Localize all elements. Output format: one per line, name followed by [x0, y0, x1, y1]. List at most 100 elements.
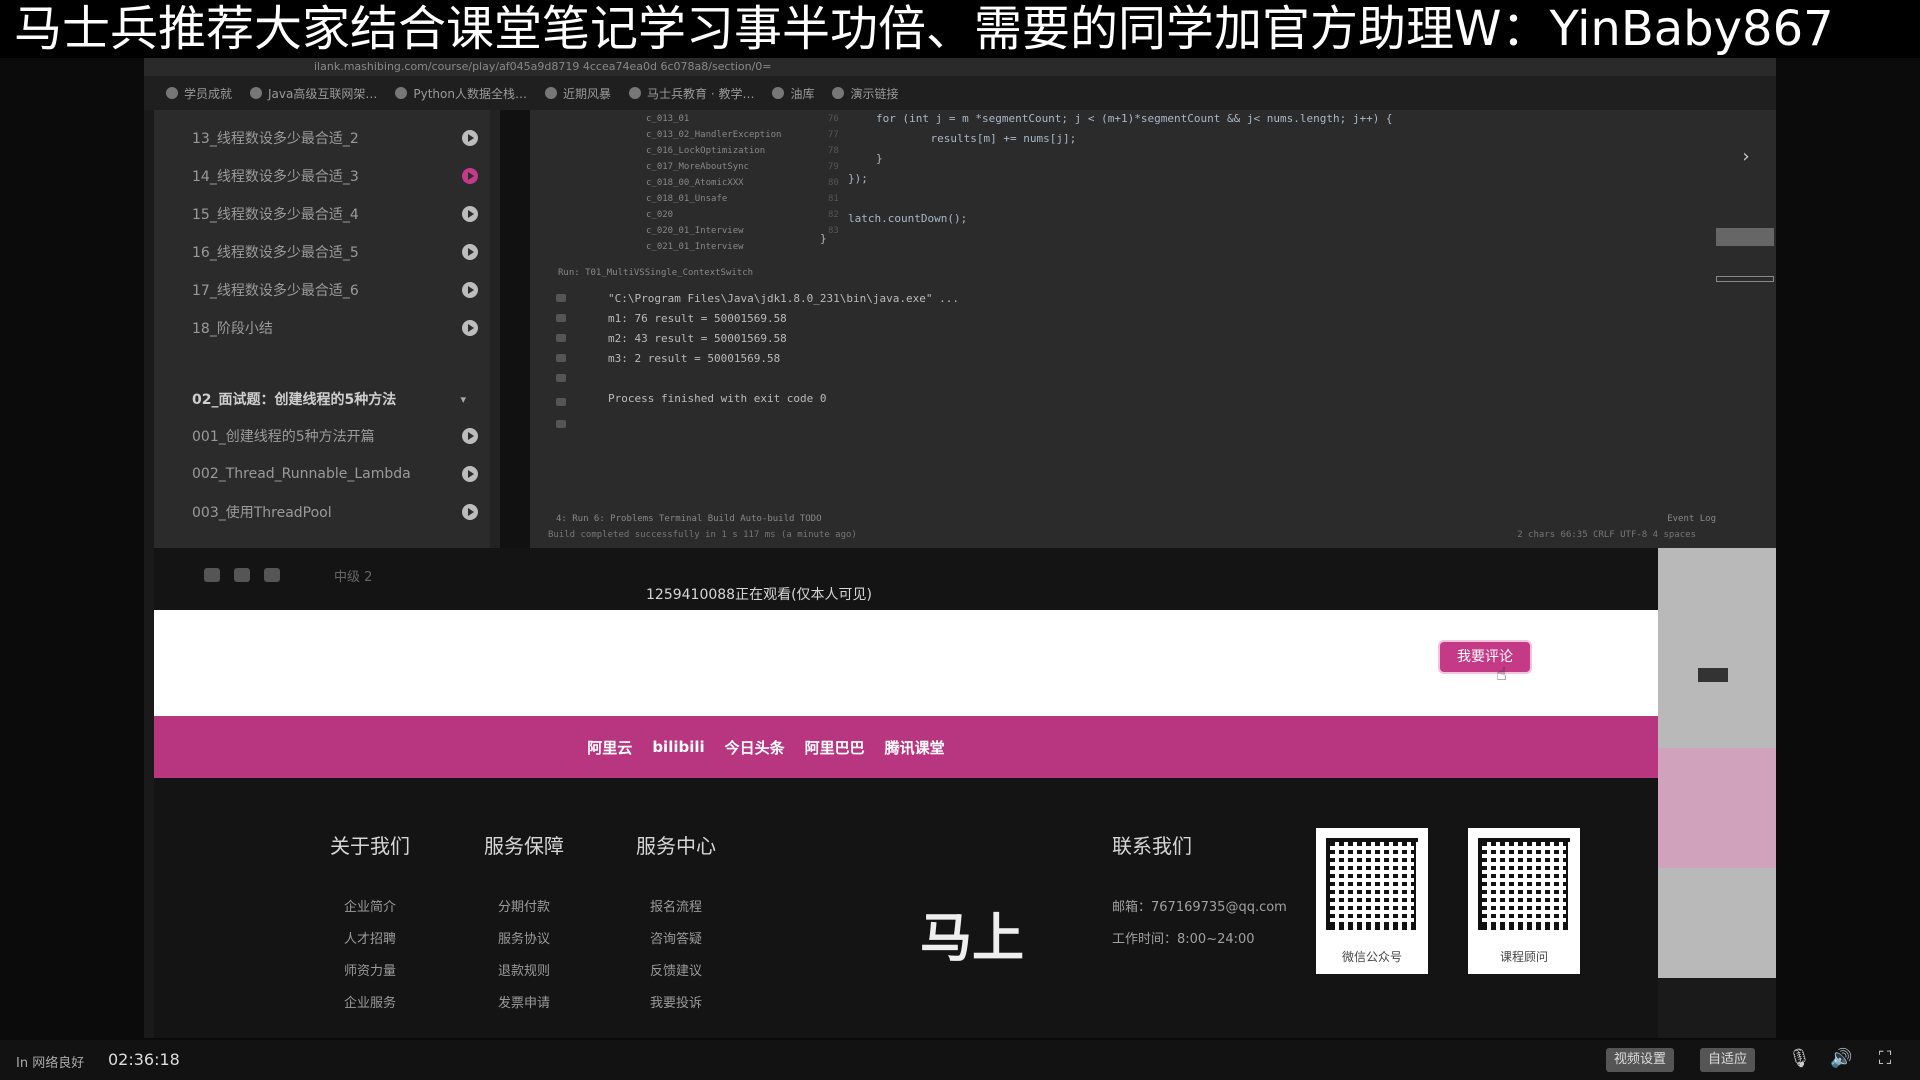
- bookmark-item[interactable]: 油库: [772, 85, 814, 102]
- tool-tabs-label: 4: Run 6: Problems Terminal Build Auto-b…: [556, 514, 822, 524]
- playlist-item[interactable]: 002_Thread_Runnable_Lambda: [154, 456, 500, 492]
- playlist-item-label: 13_线程数设多少最合适_2: [192, 131, 359, 147]
- partner-link[interactable]: bilibili: [652, 738, 704, 756]
- playlist-item[interactable]: 17_线程数设多少最合适_6: [154, 272, 500, 308]
- bookmark-label: Java高级互联网架…: [268, 86, 378, 101]
- video-settings-button[interactable]: 视频设置: [1606, 1048, 1675, 1072]
- bell-icon[interactable]: [234, 568, 250, 582]
- bookmark-item[interactable]: 演示链接: [832, 85, 898, 102]
- run-console: "C:\Program Files\Java\jdk1.8.0_231\bin\…: [608, 290, 1708, 430]
- bookmark-icon: [250, 87, 263, 99]
- qr-code-icon: [1326, 838, 1422, 934]
- footer-link[interactable]: 分期付款: [498, 896, 550, 915]
- footer-link[interactable]: 退款规则: [498, 960, 550, 979]
- play-icon[interactable]: [462, 504, 478, 520]
- bookmark-icon: [395, 87, 408, 99]
- partner-link[interactable]: 腾讯课堂: [885, 737, 945, 758]
- line-number: 80: [828, 178, 839, 188]
- footer-column-title: 服务保障: [484, 834, 564, 858]
- qr-caption: 课程顾问: [1499, 950, 1548, 964]
- playlist-item-active[interactable]: 14_线程数设多少最合适_3: [154, 158, 500, 194]
- partner-link[interactable]: 今日头条: [725, 737, 785, 758]
- playlist-item-label: 14_线程数设多少最合适_3: [192, 169, 359, 185]
- footer-link[interactable]: 反馈建议: [650, 960, 702, 979]
- qr-code-icon: [1478, 838, 1574, 934]
- bookmark-item[interactable]: Java高级互联网架…: [250, 85, 377, 102]
- bookmark-icon: [629, 87, 641, 99]
- fullscreen-icon[interactable]: ⛶: [1874, 1048, 1896, 1070]
- video-player[interactable]: c_013_01 c_013_02_HandlerException c_016…: [500, 110, 1776, 548]
- comment-area: [154, 610, 1658, 716]
- bookmark-label: 油库: [790, 86, 815, 101]
- partner-link[interactable]: 阿里云: [587, 737, 632, 758]
- playlist-item[interactable]: 18_阶段小结: [154, 310, 500, 346]
- footer-link[interactable]: 企业简介: [344, 896, 396, 915]
- playlist-item[interactable]: 13_线程数设多少最合适_2: [154, 120, 500, 156]
- playlist-item[interactable]: 15_线程数设多少最合适_4: [154, 196, 500, 232]
- playlist-section-header[interactable]: 02_面试题：创建线程的5种方法 ▾: [154, 381, 500, 417]
- contact-email: 邮箱：767169735@qq.com: [1112, 900, 1287, 915]
- play-icon[interactable]: [462, 282, 478, 298]
- player-info-bar: 中级 2 1259410088正在观看(仅本人可见): [154, 548, 1658, 610]
- play-icon[interactable]: [462, 244, 478, 260]
- play-icon[interactable]: [462, 428, 478, 444]
- playlist-item[interactable]: 001_创建线程的5种方法开篇: [154, 418, 500, 454]
- microphone-icon[interactable]: 🎙: [1788, 1048, 1811, 1070]
- bookmark-item[interactable]: 近期风暴: [544, 85, 611, 102]
- pin-icon: [556, 420, 566, 428]
- play-icon[interactable]: [462, 168, 478, 184]
- footer-link[interactable]: 报名流程: [650, 896, 702, 915]
- console-line: m2: 43 result = 50001569.58: [608, 332, 787, 345]
- qr-card-wechat: 微信公众号: [1316, 828, 1428, 974]
- footer-link[interactable]: 人才招聘: [344, 928, 396, 947]
- footer-link[interactable]: 服务协议: [498, 928, 550, 947]
- share-icon[interactable]: [264, 568, 280, 582]
- contact-hours: 工作时间：8:00~24:00: [1112, 932, 1255, 947]
- site-footer: 关于我们 企业简介 人才招聘 师资力量 企业服务 服务保障 分期付款 服务协议 …: [154, 778, 1658, 1038]
- footer-link[interactable]: 我要投诉: [650, 992, 702, 1011]
- playlist-scrollbar[interactable]: [490, 110, 500, 548]
- watching-notice: 1259410088正在观看(仅本人可见): [646, 587, 872, 603]
- comment-button[interactable]: 我要评论: [1440, 642, 1530, 672]
- playlist-item[interactable]: 003_使用ThreadPool: [154, 494, 500, 530]
- playlist-item[interactable]: 16_线程数设多少最合适_5: [154, 234, 500, 270]
- chat-icon[interactable]: [204, 568, 220, 582]
- line-number: 79: [828, 162, 839, 172]
- run-tab-bar: Run: T01_MultiVSSingle_ContextSwitch: [558, 268, 754, 278]
- section-title: 02_面试题：创建线程的5种方法: [192, 392, 397, 408]
- webcam-object: [1698, 668, 1728, 682]
- bookmark-item[interactable]: 马士兵教育 · 教学…: [629, 85, 754, 102]
- bookmark-label: 演示链接: [850, 86, 899, 101]
- stop-icon: [556, 314, 566, 322]
- print-icon: [556, 398, 566, 406]
- volume-icon[interactable]: 🔊: [1830, 1048, 1852, 1070]
- play-icon[interactable]: [462, 466, 478, 482]
- footer-link[interactable]: 发票申请: [498, 992, 550, 1011]
- playback-time: 02:36:18: [108, 1050, 180, 1069]
- footer-link[interactable]: 师资力量: [344, 960, 396, 979]
- ide-status-bar: Build completed successfully in 1 s 117 …: [536, 530, 1736, 544]
- build-message: Build completed successfully in 1 s 117 …: [548, 530, 857, 540]
- line-number: 83: [828, 226, 839, 236]
- tree-item: c_016_LockOptimization: [646, 146, 766, 156]
- bookmark-label: 学员成就: [184, 86, 233, 101]
- bookmark-item[interactable]: 学员成就: [166, 85, 232, 102]
- chevron-right-icon[interactable]: ›: [1736, 132, 1756, 182]
- qr-card-advisor: 课程顾问: [1468, 828, 1580, 974]
- footer-column-title: 服务中心: [636, 834, 716, 858]
- bookmark-item[interactable]: Python人数据全栈…: [395, 85, 527, 102]
- play-icon[interactable]: [462, 206, 478, 222]
- play-icon[interactable]: [462, 320, 478, 336]
- webcam-overlay: [1658, 548, 1776, 978]
- line-number: 77: [828, 130, 839, 140]
- footer-link[interactable]: 咨询答疑: [650, 928, 702, 947]
- code-line: }: [820, 232, 827, 245]
- play-icon[interactable]: [462, 130, 478, 146]
- tree-item: c_020: [646, 210, 674, 220]
- address-bar[interactable]: ilank.mashibing.com/course/play/af045a9d…: [144, 58, 1776, 76]
- footer-link[interactable]: 企业服务: [344, 992, 396, 1011]
- playlist-item-label: 003_使用ThreadPool: [192, 505, 332, 521]
- partner-link[interactable]: 阿里巴巴: [805, 737, 865, 758]
- adaptive-button[interactable]: 自适应: [1700, 1048, 1756, 1072]
- ide-tool-tabs: 4: Run 6: Problems Terminal Build Auto-b…: [536, 514, 1736, 528]
